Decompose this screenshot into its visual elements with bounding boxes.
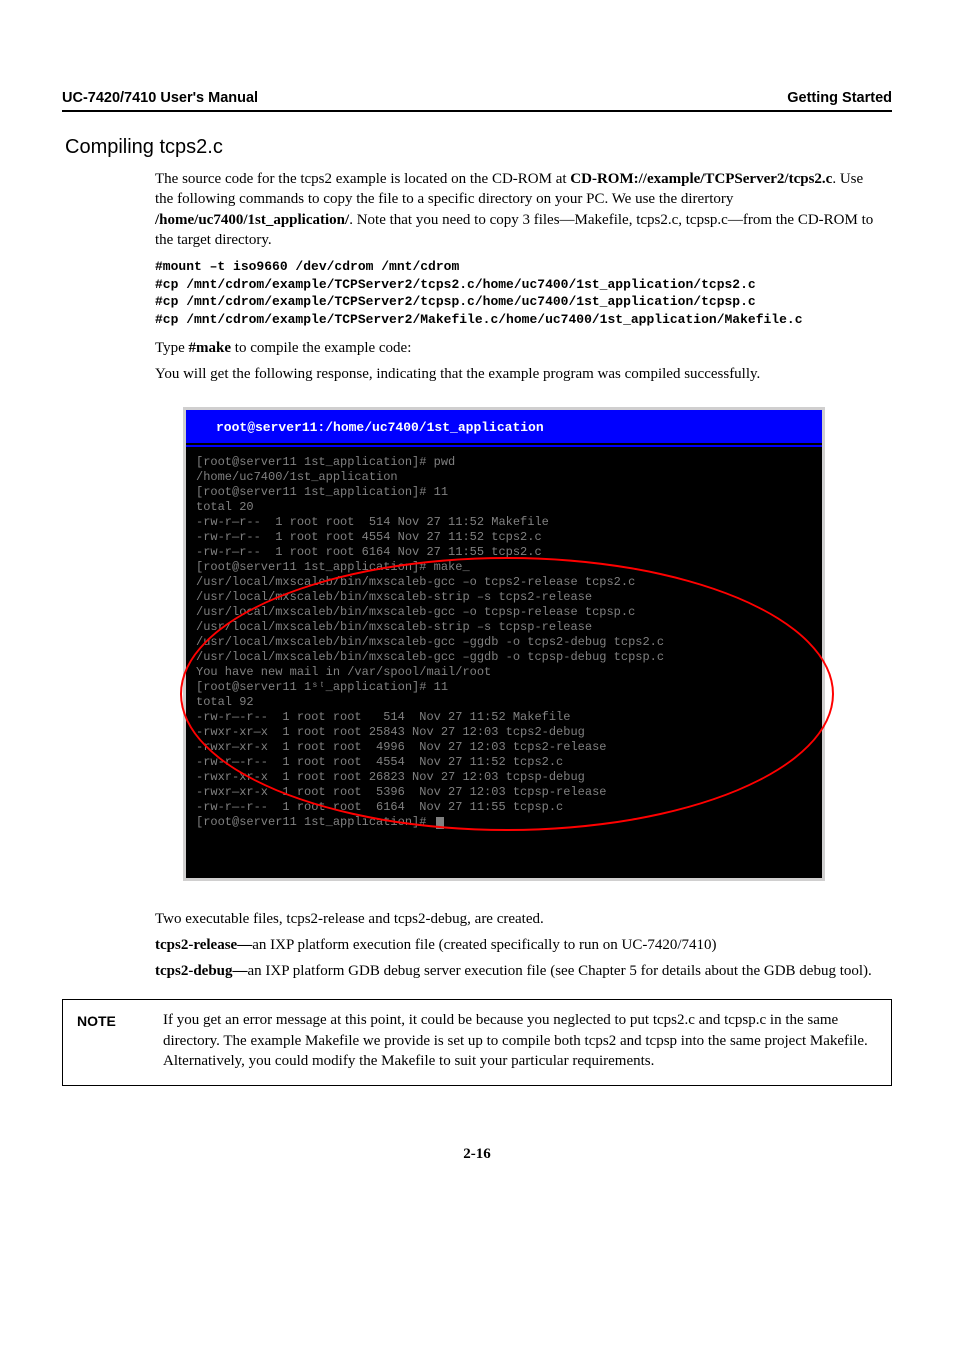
note-label: NOTE — [77, 1010, 137, 1071]
paragraph-1: The source code for the tcps2 example is… — [155, 169, 884, 250]
p1d: /home/uc7400/1st_application/ — [155, 212, 349, 228]
note-box: NOTE If you get an error message at this… — [62, 999, 892, 1086]
page-header: UC-7420/7410 User's Manual Getting Start… — [62, 90, 892, 112]
body-content: The source code for the tcps2 example is… — [155, 169, 884, 981]
note-text: If you get an error message at this poin… — [163, 1010, 875, 1071]
terminal-body: [root@server11 1st_application]# pwd /ho… — [186, 447, 822, 878]
paragraph-3: You will get the following response, ind… — [155, 364, 884, 384]
page-number: 2-16 — [60, 1146, 894, 1163]
chapter-name: Getting Started — [787, 90, 892, 106]
p5b: an IXP platform execution file (created … — [252, 937, 716, 953]
terminal-text: [root@server11 1st_application]# pwd /ho… — [196, 455, 664, 829]
p1b: CD-ROM://example/TCPServer2/tcps2.c — [570, 171, 832, 187]
paragraph-6: tcps2-debug—an IXP platform GDB debug se… — [155, 961, 884, 981]
doc-title: UC-7420/7410 User's Manual — [62, 90, 258, 106]
p2a: Type — [155, 340, 189, 356]
p5a: tcps2-release— — [155, 937, 252, 953]
p1a: The source code for the tcps2 example is… — [155, 171, 570, 187]
terminal-caret-icon — [436, 817, 444, 829]
p2b: #make — [189, 340, 232, 356]
p6b: an IXP platform GDB debug server executi… — [248, 963, 872, 979]
terminal-title: root@server11:/home/uc7400/1st_applicati… — [186, 410, 822, 443]
p6a: tcps2-debug— — [155, 963, 248, 979]
section-title: Compiling tcps2.c — [65, 136, 894, 159]
code-block-1: #mount –t iso9660 /dev/cdrom /mnt/cdrom … — [155, 258, 884, 328]
terminal-window: root@server11:/home/uc7400/1st_applicati… — [183, 407, 825, 881]
paragraph-4: Two executable files, tcps2-release and … — [155, 909, 884, 929]
p2c: to compile the example code: — [231, 340, 411, 356]
paragraph-5: tcps2-release—an IXP platform execution … — [155, 935, 884, 955]
paragraph-2: Type #make to compile the example code: — [155, 338, 884, 358]
